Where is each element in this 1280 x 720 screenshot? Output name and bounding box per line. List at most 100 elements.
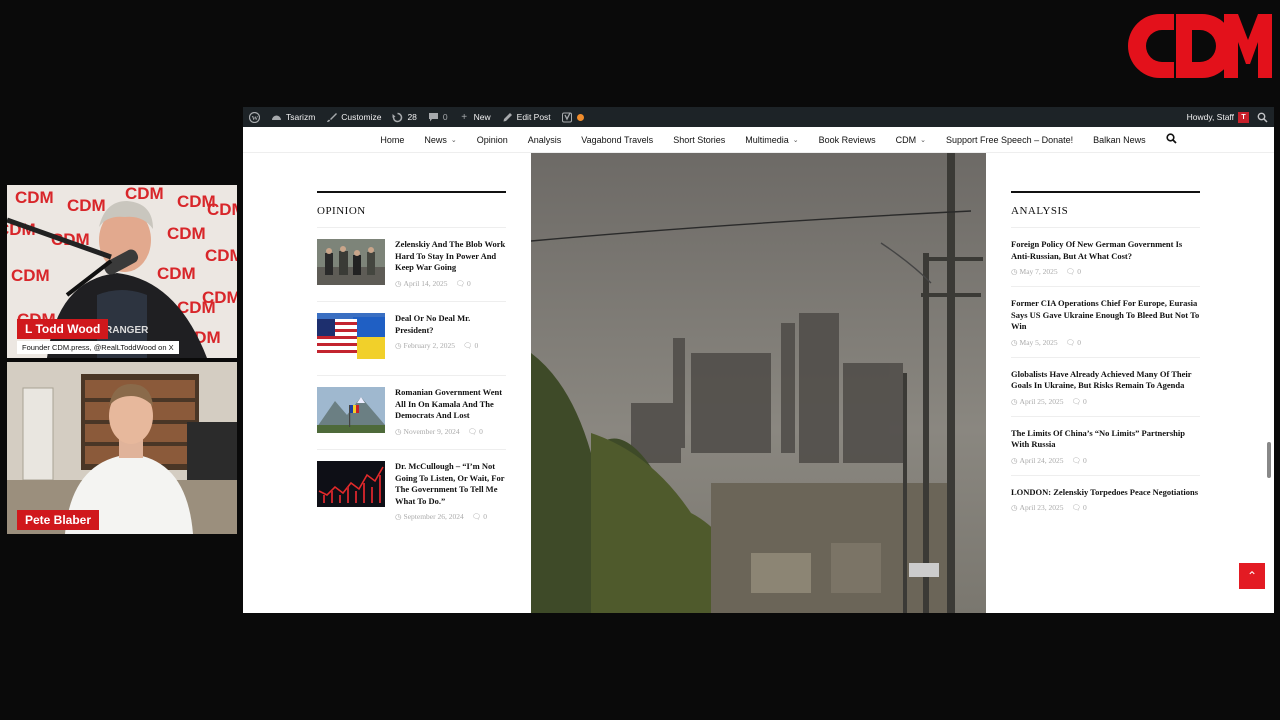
- search-icon: [1257, 112, 1268, 123]
- date: ◷ April 25, 2025: [1011, 397, 1064, 406]
- chevron-down-icon: ⌄: [450, 136, 457, 144]
- comments[interactable]: 🗨 0: [468, 427, 483, 436]
- date: ◷ November 9, 2024: [395, 427, 460, 436]
- nav-opinion[interactable]: Opinion: [477, 135, 508, 145]
- nav-short-stories-label: Short Stories: [673, 134, 726, 145]
- admin-new-label: New: [473, 112, 491, 122]
- nav-short-stories[interactable]: Short Stories: [673, 135, 725, 145]
- opinion-item-title[interactable]: Romanian Government Went All In On Kamal…: [395, 387, 506, 422]
- post-meta: ◷ April 23, 2025 🗨 0: [1011, 503, 1200, 512]
- analysis-item[interactable]: The Limits Of China’s “No Limits” Partne…: [1011, 417, 1200, 476]
- thumb-us-ukraine-flags[interactable]: [317, 313, 385, 359]
- thumb-mountain-flag[interactable]: [317, 387, 385, 433]
- comment-icon: 🗨: [1071, 503, 1082, 512]
- post-meta: ◷ February 2, 2025 🗨 0: [395, 341, 506, 350]
- wp-admin-bar: W Tsarizm Customize 28 0 + New Edit Post…: [243, 107, 1274, 127]
- analysis-item-title[interactable]: LONDON: Zelenskiy Torpedoes Peace Negoti…: [1011, 487, 1200, 499]
- comments[interactable]: 🗨 0: [1072, 397, 1087, 406]
- analysis-item[interactable]: Foreign Policy Of New German Government …: [1011, 228, 1200, 287]
- analysis-item-title[interactable]: Former CIA Operations Chief For Europe, …: [1011, 298, 1200, 333]
- opinion-item-title[interactable]: Zelenskiy And The Blob Work Hard To Stay…: [395, 239, 506, 274]
- opinion-item-title[interactable]: Deal Or No Deal Mr. President?: [395, 313, 506, 336]
- admin-site-name[interactable]: Tsarizm: [271, 112, 315, 123]
- seo-status-dot: [576, 113, 584, 121]
- nav-multimedia[interactable]: Multimedia ⌄: [745, 135, 798, 145]
- svg-text:RANGER: RANGER: [105, 325, 149, 336]
- analysis-item[interactable]: LONDON: Zelenskiy Torpedoes Peace Negoti…: [1011, 476, 1200, 523]
- opinion-item[interactable]: Dr. McCullough – “I’m Not Going To Liste…: [317, 450, 506, 531]
- nav-donate-label: Support Free Speech – Donate!: [946, 134, 1074, 145]
- svg-text:CDM: CDM: [67, 196, 106, 215]
- nav-search[interactable]: [1166, 133, 1177, 146]
- admin-account[interactable]: Howdy, Staff T: [1186, 111, 1249, 123]
- nav-vagabond-label: Vagabond Travels: [581, 134, 654, 145]
- comments[interactable]: 🗨 0: [456, 279, 471, 288]
- cdm-logo: [1128, 14, 1272, 78]
- nav-home[interactable]: Home: [380, 135, 404, 145]
- nav-analysis[interactable]: Analysis: [528, 135, 562, 145]
- admin-new[interactable]: + New: [459, 112, 491, 123]
- post-date: May 7, 2025: [1019, 267, 1058, 276]
- comment-icon: 🗨: [463, 341, 473, 350]
- comments[interactable]: 🗨 0: [472, 512, 487, 521]
- comment-icon: 🗨: [455, 278, 466, 288]
- thumb-people-street[interactable]: [317, 239, 385, 285]
- post-date: April 25, 2025: [1019, 396, 1064, 406]
- chevron-up-icon: ⌃: [1246, 569, 1258, 583]
- clock-icon: ◷: [395, 426, 402, 436]
- clock-icon: ◷: [1011, 455, 1018, 465]
- comments[interactable]: 🗨 0: [1072, 503, 1087, 512]
- analysis-item[interactable]: Globalists Have Already Achieved Many Of…: [1011, 358, 1200, 417]
- nav-news[interactable]: News ⌄: [424, 135, 456, 145]
- admin-greeting: Howdy, Staff: [1186, 112, 1234, 122]
- comment-icon: 🗨: [1071, 396, 1082, 406]
- page-content: OPINION Zelenskiy And The Blob Work Hard…: [243, 153, 1274, 613]
- post-date: April 23, 2025: [1019, 503, 1064, 512]
- comment-icon: 🗨: [471, 512, 482, 521]
- comment-icon: 🗨: [1065, 337, 1076, 347]
- post-meta: ◷ May 5, 2025 🗨 0: [1011, 338, 1200, 347]
- analysis-item-title[interactable]: The Limits Of China’s “No Limits” Partne…: [1011, 428, 1200, 451]
- nav-donate[interactable]: Support Free Speech – Donate!: [946, 135, 1073, 145]
- nav-cdm[interactable]: CDM ⌄: [896, 135, 926, 145]
- opinion-item[interactable]: Zelenskiy And The Blob Work Hard To Stay…: [317, 228, 506, 302]
- post-meta: ◷ November 9, 2024 🗨 0: [395, 427, 506, 436]
- nav-cdm-label: CDM: [895, 134, 917, 145]
- comments[interactable]: 🗨 0: [1072, 456, 1087, 465]
- opinion-item[interactable]: Deal Or No Deal Mr. President? ◷ February…: [317, 302, 506, 376]
- date: ◷ February 2, 2025: [395, 341, 455, 350]
- scrollbar-thumb[interactable]: [1267, 442, 1271, 478]
- thumb-red-chart[interactable]: [317, 461, 385, 507]
- admin-customize-label: Customize: [341, 112, 382, 122]
- admin-customize[interactable]: Customize: [326, 112, 381, 123]
- admin-yoast[interactable]: [561, 112, 584, 123]
- comments[interactable]: 🗨 0: [1066, 267, 1081, 276]
- admin-search[interactable]: [1257, 112, 1268, 123]
- analysis-item-title[interactable]: Foreign Policy Of New German Government …: [1011, 239, 1200, 262]
- nav-balkan-news[interactable]: Balkan News: [1093, 135, 1146, 145]
- analysis-item-title[interactable]: Globalists Have Already Achieved Many Of…: [1011, 369, 1200, 392]
- post-meta: ◷ May 7, 2025 🗨 0: [1011, 267, 1200, 276]
- svg-text:CDM: CDM: [11, 266, 50, 285]
- admin-wordpress[interactable]: W: [249, 111, 260, 123]
- webcam-guest: Pete Blaber: [7, 362, 237, 534]
- guest-name-tag: Pete Blaber: [17, 510, 100, 530]
- opinion-item-title[interactable]: Dr. McCullough – “I’m Not Going To Liste…: [395, 461, 506, 507]
- svg-text:CDM: CDM: [167, 224, 206, 243]
- featured-image-steel-plant: [531, 153, 986, 613]
- admin-comments[interactable]: 0: [428, 112, 448, 123]
- comments[interactable]: 🗨 0: [1066, 338, 1081, 347]
- analysis-item[interactable]: Former CIA Operations Chief For Europe, …: [1011, 287, 1200, 358]
- back-to-top-button[interactable]: ⌃: [1239, 563, 1265, 589]
- nav-vagabond-travels[interactable]: Vagabond Travels: [581, 135, 653, 145]
- admin-updates[interactable]: 28: [392, 112, 417, 123]
- clock-icon: ◷: [395, 512, 402, 521]
- post-date: February 2, 2025: [403, 341, 455, 350]
- svg-text:CDM: CDM: [125, 185, 164, 203]
- opinion-item[interactable]: Romanian Government Went All In On Kamal…: [317, 376, 506, 450]
- comments[interactable]: 🗨 0: [463, 341, 478, 350]
- nav-book-reviews-label: Book Reviews: [818, 134, 876, 145]
- svg-text:CDM: CDM: [202, 288, 237, 307]
- nav-book-reviews[interactable]: Book Reviews: [819, 135, 876, 145]
- admin-edit-post[interactable]: Edit Post: [502, 112, 551, 123]
